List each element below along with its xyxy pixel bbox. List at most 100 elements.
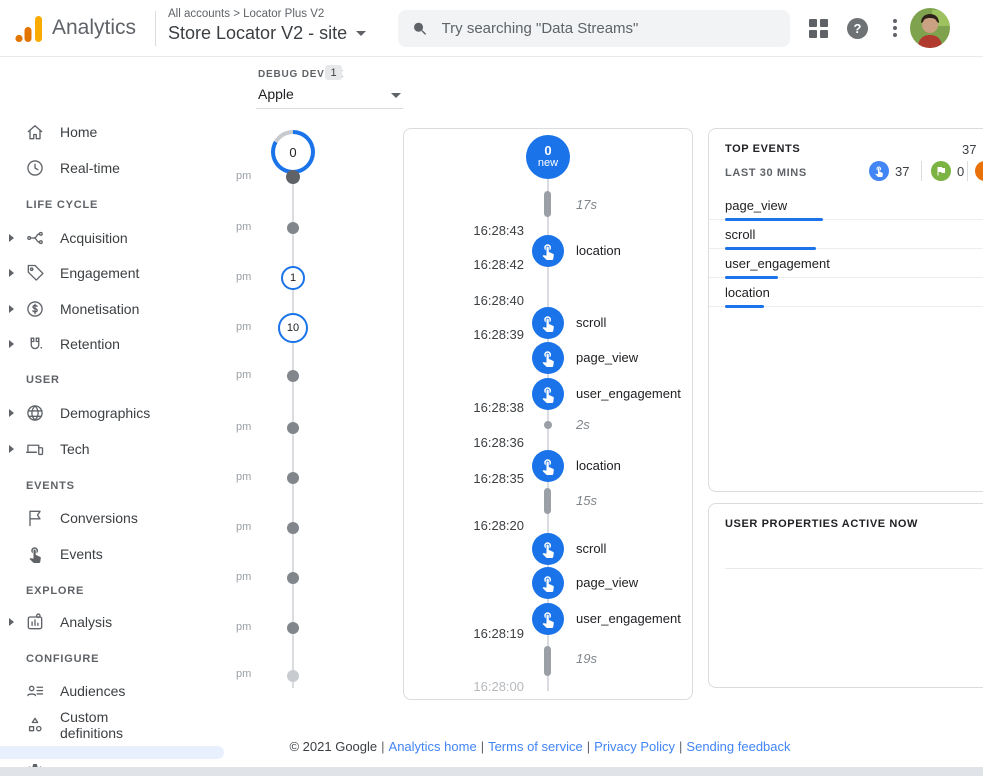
minute-label: pm — [236, 668, 251, 680]
avatar[interactable] — [910, 8, 950, 48]
stream-gap-marker — [544, 646, 551, 676]
touch-event-icon — [532, 533, 564, 565]
minute-label: pm — [236, 369, 251, 381]
touch-event-icon — [532, 603, 564, 635]
app-header: Analytics All accounts > Locator Plus V2… — [0, 0, 983, 57]
expand-arrow-icon[interactable] — [9, 340, 14, 348]
sidebar-item-retention[interactable]: Retention — [0, 331, 250, 357]
sidebar-item-debugview-highlight[interactable] — [0, 746, 224, 759]
minute-marker-dot[interactable] — [287, 370, 299, 382]
minute-marker-pin[interactable] — [286, 170, 300, 184]
ga-debugview-app: Analytics All accounts > Locator Plus V2… — [0, 0, 983, 776]
minute-bubble-current[interactable]: 0 — [271, 130, 315, 174]
acquisition-icon — [24, 227, 46, 249]
sidebar-item-demographics[interactable]: Demographics — [0, 400, 250, 426]
sidebar-item-analysis[interactable]: Analysis — [0, 609, 250, 635]
stream-event[interactable]: location — [576, 458, 621, 473]
sidebar-item-monetisation[interactable]: Monetisation — [0, 296, 250, 322]
stream-gap-label: 17s — [576, 197, 597, 212]
search-bar[interactable] — [398, 10, 790, 47]
expand-arrow-icon[interactable] — [9, 409, 14, 417]
top-event-row[interactable]: user_engagement — [709, 249, 983, 278]
minute-marker-circle[interactable]: 1 — [281, 266, 305, 290]
sidebar-item-custom-definitions[interactable]: Custom definitions — [0, 705, 250, 745]
minute-label: pm — [236, 421, 251, 433]
minute-label: pm — [236, 571, 251, 583]
property-selector[interactable]: Store Locator V2 - site — [168, 23, 366, 44]
footer-link-feedback[interactable]: Sending feedback — [686, 739, 790, 754]
top-events-total: 37 — [962, 142, 976, 157]
errors-counter-icon[interactable] — [975, 161, 983, 181]
stream-gap-marker — [544, 421, 552, 429]
user-properties-title: USER PROPERTIES ACTIVE NOW — [725, 518, 918, 530]
stream-event[interactable]: user_engagement — [576, 611, 681, 626]
sidebar-item-home[interactable]: Home — [0, 119, 250, 145]
stream-timestamp: 16:28:39 — [432, 327, 524, 342]
sidebar-item-acquisition[interactable]: Acquisition — [0, 225, 250, 251]
search-input[interactable] — [442, 20, 776, 37]
chevron-down-icon — [356, 31, 366, 36]
top-event-row[interactable]: scroll — [709, 220, 983, 249]
stream-event[interactable]: location — [576, 243, 621, 258]
event-count-bar — [725, 305, 764, 308]
events-counter-value: 37 — [895, 164, 909, 179]
page-footer: © 2021 Google|Analytics home|Terms of se… — [250, 739, 830, 754]
footer-link-privacy[interactable]: Privacy Policy — [594, 739, 675, 754]
sidebar-item-engagement[interactable]: Engagement — [0, 260, 250, 286]
breadcrumb[interactable]: All accounts > Locator Plus V2 — [168, 8, 324, 20]
minute-marker-dot[interactable] — [287, 472, 299, 484]
stream-event[interactable]: scroll — [576, 541, 606, 556]
top-events-list: page_view scroll user_engagement locatio… — [709, 191, 983, 307]
expand-arrow-icon[interactable] — [9, 269, 14, 277]
brand-name: Analytics — [52, 16, 136, 40]
copyright: © 2021 Google — [289, 739, 377, 754]
stream-event[interactable]: user_engagement — [576, 386, 681, 401]
sidebar-item-events[interactable]: Events — [0, 541, 250, 567]
stream-gap-label: 19s — [576, 651, 597, 666]
stream-event[interactable]: scroll — [576, 315, 606, 330]
help-icon[interactable]: ? — [847, 18, 868, 39]
stream-gap-label: 15s — [576, 493, 597, 508]
devices-icon — [24, 438, 46, 460]
minute-marker-dot[interactable] — [287, 572, 299, 584]
stream-event[interactable]: page_view — [576, 575, 638, 590]
sidebar-item-realtime[interactable]: Real-time — [0, 155, 250, 181]
expand-arrow-icon[interactable] — [9, 445, 14, 453]
touch-event-icon — [532, 307, 564, 339]
analytics-logo-icon[interactable] — [14, 13, 46, 45]
expand-arrow-icon[interactable] — [9, 234, 14, 242]
sidebar-section-events: EVENTS — [26, 480, 75, 492]
more-options-icon[interactable] — [893, 19, 897, 37]
globe-icon — [24, 402, 46, 424]
sidebar-item-audiences[interactable]: Audiences — [0, 678, 250, 704]
minute-marker-dot[interactable] — [287, 622, 299, 634]
minute-marker-circle[interactable]: 10 — [278, 313, 308, 343]
touch-event-icon — [532, 450, 564, 482]
top-events-range: LAST 30 MINS — [725, 167, 807, 179]
sidebar-item-tech[interactable]: Tech — [0, 436, 250, 462]
top-events-title: TOP EVENTS — [725, 143, 800, 155]
conversions-counter-icon[interactable] — [931, 161, 951, 181]
stream-event[interactable]: page_view — [576, 350, 638, 365]
debug-device-value: Apple — [258, 86, 294, 102]
conversions-counter-value: 0 — [957, 164, 964, 179]
minute-marker-dot[interactable] — [287, 670, 299, 682]
footer-link-terms[interactable]: Terms of service — [488, 739, 583, 754]
top-event-row[interactable]: page_view — [709, 191, 983, 220]
top-event-row[interactable]: location — [709, 278, 983, 307]
minute-label: pm — [236, 521, 251, 533]
expand-arrow-icon[interactable] — [9, 305, 14, 313]
clock-icon — [24, 157, 46, 179]
minute-marker-dot[interactable] — [287, 522, 299, 534]
minute-label: pm — [236, 221, 251, 233]
sidebar-item-conversions[interactable]: Conversions — [0, 505, 250, 531]
apps-grid-icon[interactable] — [809, 19, 828, 38]
minute-marker-dot[interactable] — [287, 422, 299, 434]
debug-device-select[interactable]: Apple — [256, 84, 403, 109]
minute-label: pm — [236, 271, 251, 283]
expand-arrow-icon[interactable] — [9, 618, 14, 626]
events-counter-icon[interactable] — [869, 161, 889, 181]
footer-link-analytics-home[interactable]: Analytics home — [389, 739, 477, 754]
minute-label: pm — [236, 471, 251, 483]
minute-marker-dot[interactable] — [287, 222, 299, 234]
